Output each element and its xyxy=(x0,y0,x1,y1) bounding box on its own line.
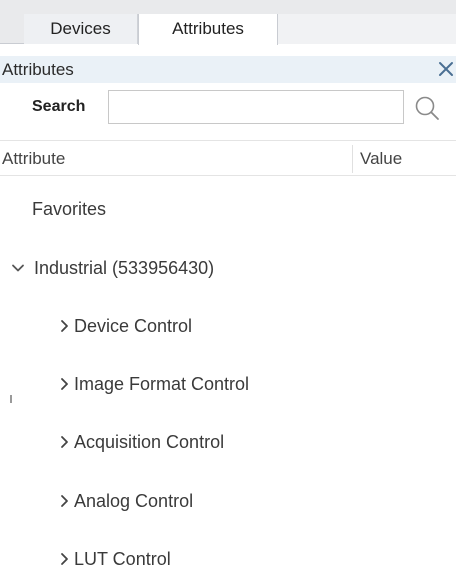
search-row: Search xyxy=(0,88,456,126)
tree-item-label: Industrial (533956430) xyxy=(34,258,215,278)
tab-bar-empty-area xyxy=(278,14,456,44)
column-header: Attribute Value xyxy=(0,140,456,176)
close-icon[interactable] xyxy=(436,59,456,79)
tree-item-label: Device Control xyxy=(74,316,193,336)
tab-bar: Devices Attributes xyxy=(0,14,456,45)
tree-item-label: Image Format Control xyxy=(74,374,250,394)
chevron-right-icon[interactable] xyxy=(56,376,72,392)
search-label: Search xyxy=(32,98,86,115)
tree-item-acquisition-control[interactable]: Acquisition Control xyxy=(0,425,456,459)
tree-item-label: LUT Control xyxy=(74,549,171,569)
chevron-right-icon[interactable] xyxy=(56,551,72,567)
chevron-right-icon[interactable] xyxy=(56,318,72,334)
search-icon[interactable] xyxy=(412,94,442,124)
tree-item-device-control[interactable]: Device Control xyxy=(0,309,456,343)
attributes-window: Devices Attributes Attributes Search Att… xyxy=(0,0,456,576)
tree-item-label: Acquisition Control xyxy=(74,432,225,452)
tab-devices[interactable]: Devices xyxy=(24,14,138,44)
tree-item-lut-control[interactable]: LUT Control xyxy=(0,542,456,576)
chevron-right-icon[interactable] xyxy=(56,493,72,509)
chevron-right-icon[interactable] xyxy=(56,434,72,450)
panel-header: Attributes xyxy=(0,56,456,83)
tree-item-image-format-control[interactable]: Image Format Control xyxy=(0,367,456,401)
column-header-attribute[interactable]: Attribute xyxy=(2,141,65,177)
column-separator[interactable] xyxy=(352,145,353,173)
tree-item-label: Favorites xyxy=(32,199,107,219)
search-input[interactable] xyxy=(108,90,404,124)
tree-item-favorites[interactable]: Favorites xyxy=(0,192,456,226)
column-header-value[interactable]: Value xyxy=(360,141,402,177)
tree-item-industrial[interactable]: Industrial (533956430) xyxy=(0,251,456,285)
chevron-down-icon[interactable] xyxy=(10,260,26,276)
tab-attributes[interactable]: Attributes xyxy=(138,14,278,45)
panel-title: Attributes xyxy=(2,60,74,79)
tree-item-label: Analog Control xyxy=(74,491,194,511)
tree-item-analog-control[interactable]: Analog Control xyxy=(0,484,456,518)
